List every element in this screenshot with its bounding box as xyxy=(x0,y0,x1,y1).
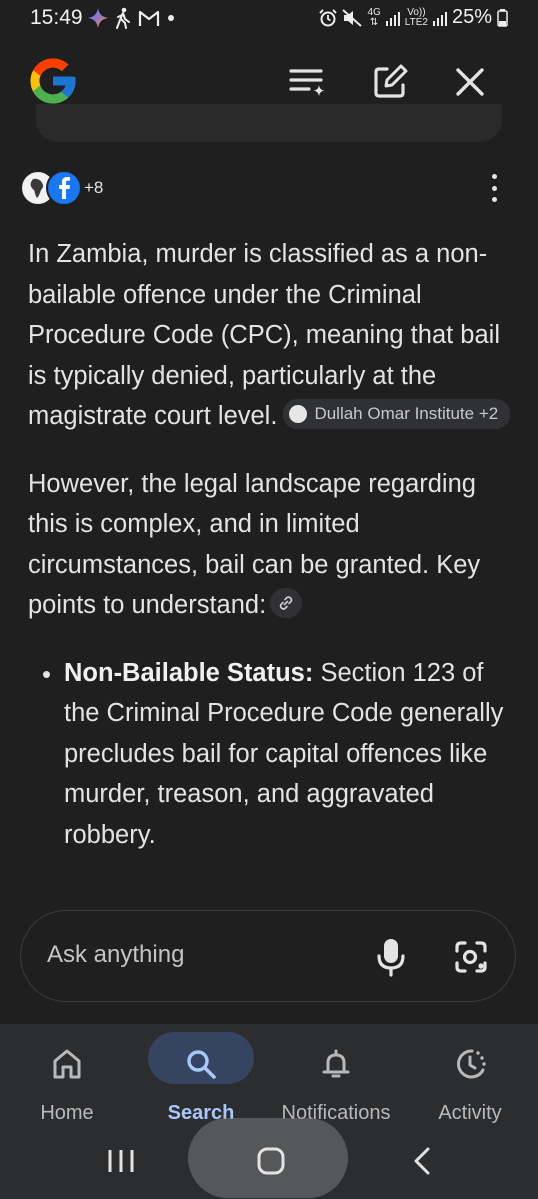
more-options-button[interactable] xyxy=(484,174,504,202)
lens-camera-icon xyxy=(455,941,487,973)
close-icon xyxy=(456,68,484,96)
status-bar: 15:49 4G ⇅ Vo)) LTE2 25% xyxy=(0,0,538,36)
battery-percent: 25% xyxy=(451,6,492,28)
gmail-icon xyxy=(138,10,160,26)
ask-input[interactable] xyxy=(47,941,347,969)
kebab-dot xyxy=(491,185,497,191)
google-logo[interactable] xyxy=(26,54,80,108)
kebab-dot xyxy=(491,174,497,179)
home-icon xyxy=(53,1049,81,1079)
nav-item-home[interactable]: Home xyxy=(0,1032,134,1124)
gemini-sparkle-icon xyxy=(88,8,108,28)
alarm-icon xyxy=(319,8,338,26)
source-favicon-facebook xyxy=(46,170,82,206)
google-lens-button[interactable] xyxy=(449,935,493,979)
answer-paragraph-2: However, the legal landscape regarding t… xyxy=(28,469,481,620)
search-icon xyxy=(187,1050,216,1079)
bell-icon xyxy=(322,1049,350,1078)
dot-icon xyxy=(168,15,174,21)
voice-search-button[interactable] xyxy=(371,935,411,979)
battery-icon xyxy=(497,8,508,27)
signal-strength-icon xyxy=(385,10,400,26)
nav-item-activity[interactable]: Activity xyxy=(403,1032,537,1124)
link-icon xyxy=(279,596,293,611)
facebook-icon xyxy=(49,173,79,203)
globe-icon xyxy=(289,405,308,424)
filter-sparkle-icon xyxy=(289,69,325,97)
kebab-dot xyxy=(491,197,497,202)
ai-answer: In Zambia, murder is classified as a non… xyxy=(28,234,514,855)
mute-icon xyxy=(342,8,363,27)
status-time: 15:49 xyxy=(30,6,83,29)
walking-person-icon xyxy=(116,7,130,29)
ask-bar xyxy=(20,910,516,1002)
system-navigation-bar xyxy=(0,1118,538,1199)
status-notification-icons xyxy=(88,7,176,29)
home-button-icon[interactable] xyxy=(256,1146,286,1176)
bottom-navigation: Home Search Notifications Activity xyxy=(0,1024,538,1124)
recent-apps-icon[interactable] xyxy=(106,1148,136,1174)
sources-row[interactable]: +8 xyxy=(20,170,518,210)
microphone-icon xyxy=(377,939,405,977)
citation-chip[interactable]: Dullah Omar Institute +2 xyxy=(283,399,511,430)
answer-paragraph-1: In Zambia, murder is classified as a non… xyxy=(28,234,514,437)
edit-button[interactable] xyxy=(370,62,410,102)
key-points-list: Non-Bailable Status: Section 123 of the … xyxy=(28,653,514,856)
nav-item-notifications[interactable]: Notifications xyxy=(269,1032,403,1124)
link-button[interactable] xyxy=(270,588,303,619)
list-item: Non-Bailable Status: Section 123 of the … xyxy=(64,653,514,856)
activity-icon xyxy=(456,1049,486,1079)
edit-icon xyxy=(374,64,408,98)
close-button[interactable] xyxy=(450,62,490,102)
status-system-icons: 4G ⇅ Vo)) LTE2 25% xyxy=(319,6,508,29)
previous-card-edge xyxy=(36,104,502,142)
network-lte: Vo)) LTE2 xyxy=(404,6,428,28)
nav-item-search[interactable]: Search xyxy=(134,1032,268,1124)
signal-strength-icon-2 xyxy=(432,10,447,26)
back-icon[interactable] xyxy=(410,1146,434,1176)
sources-count: +8 xyxy=(84,178,104,197)
network-4g: 4G ⇅ xyxy=(367,6,381,28)
filter-button[interactable] xyxy=(288,62,328,102)
